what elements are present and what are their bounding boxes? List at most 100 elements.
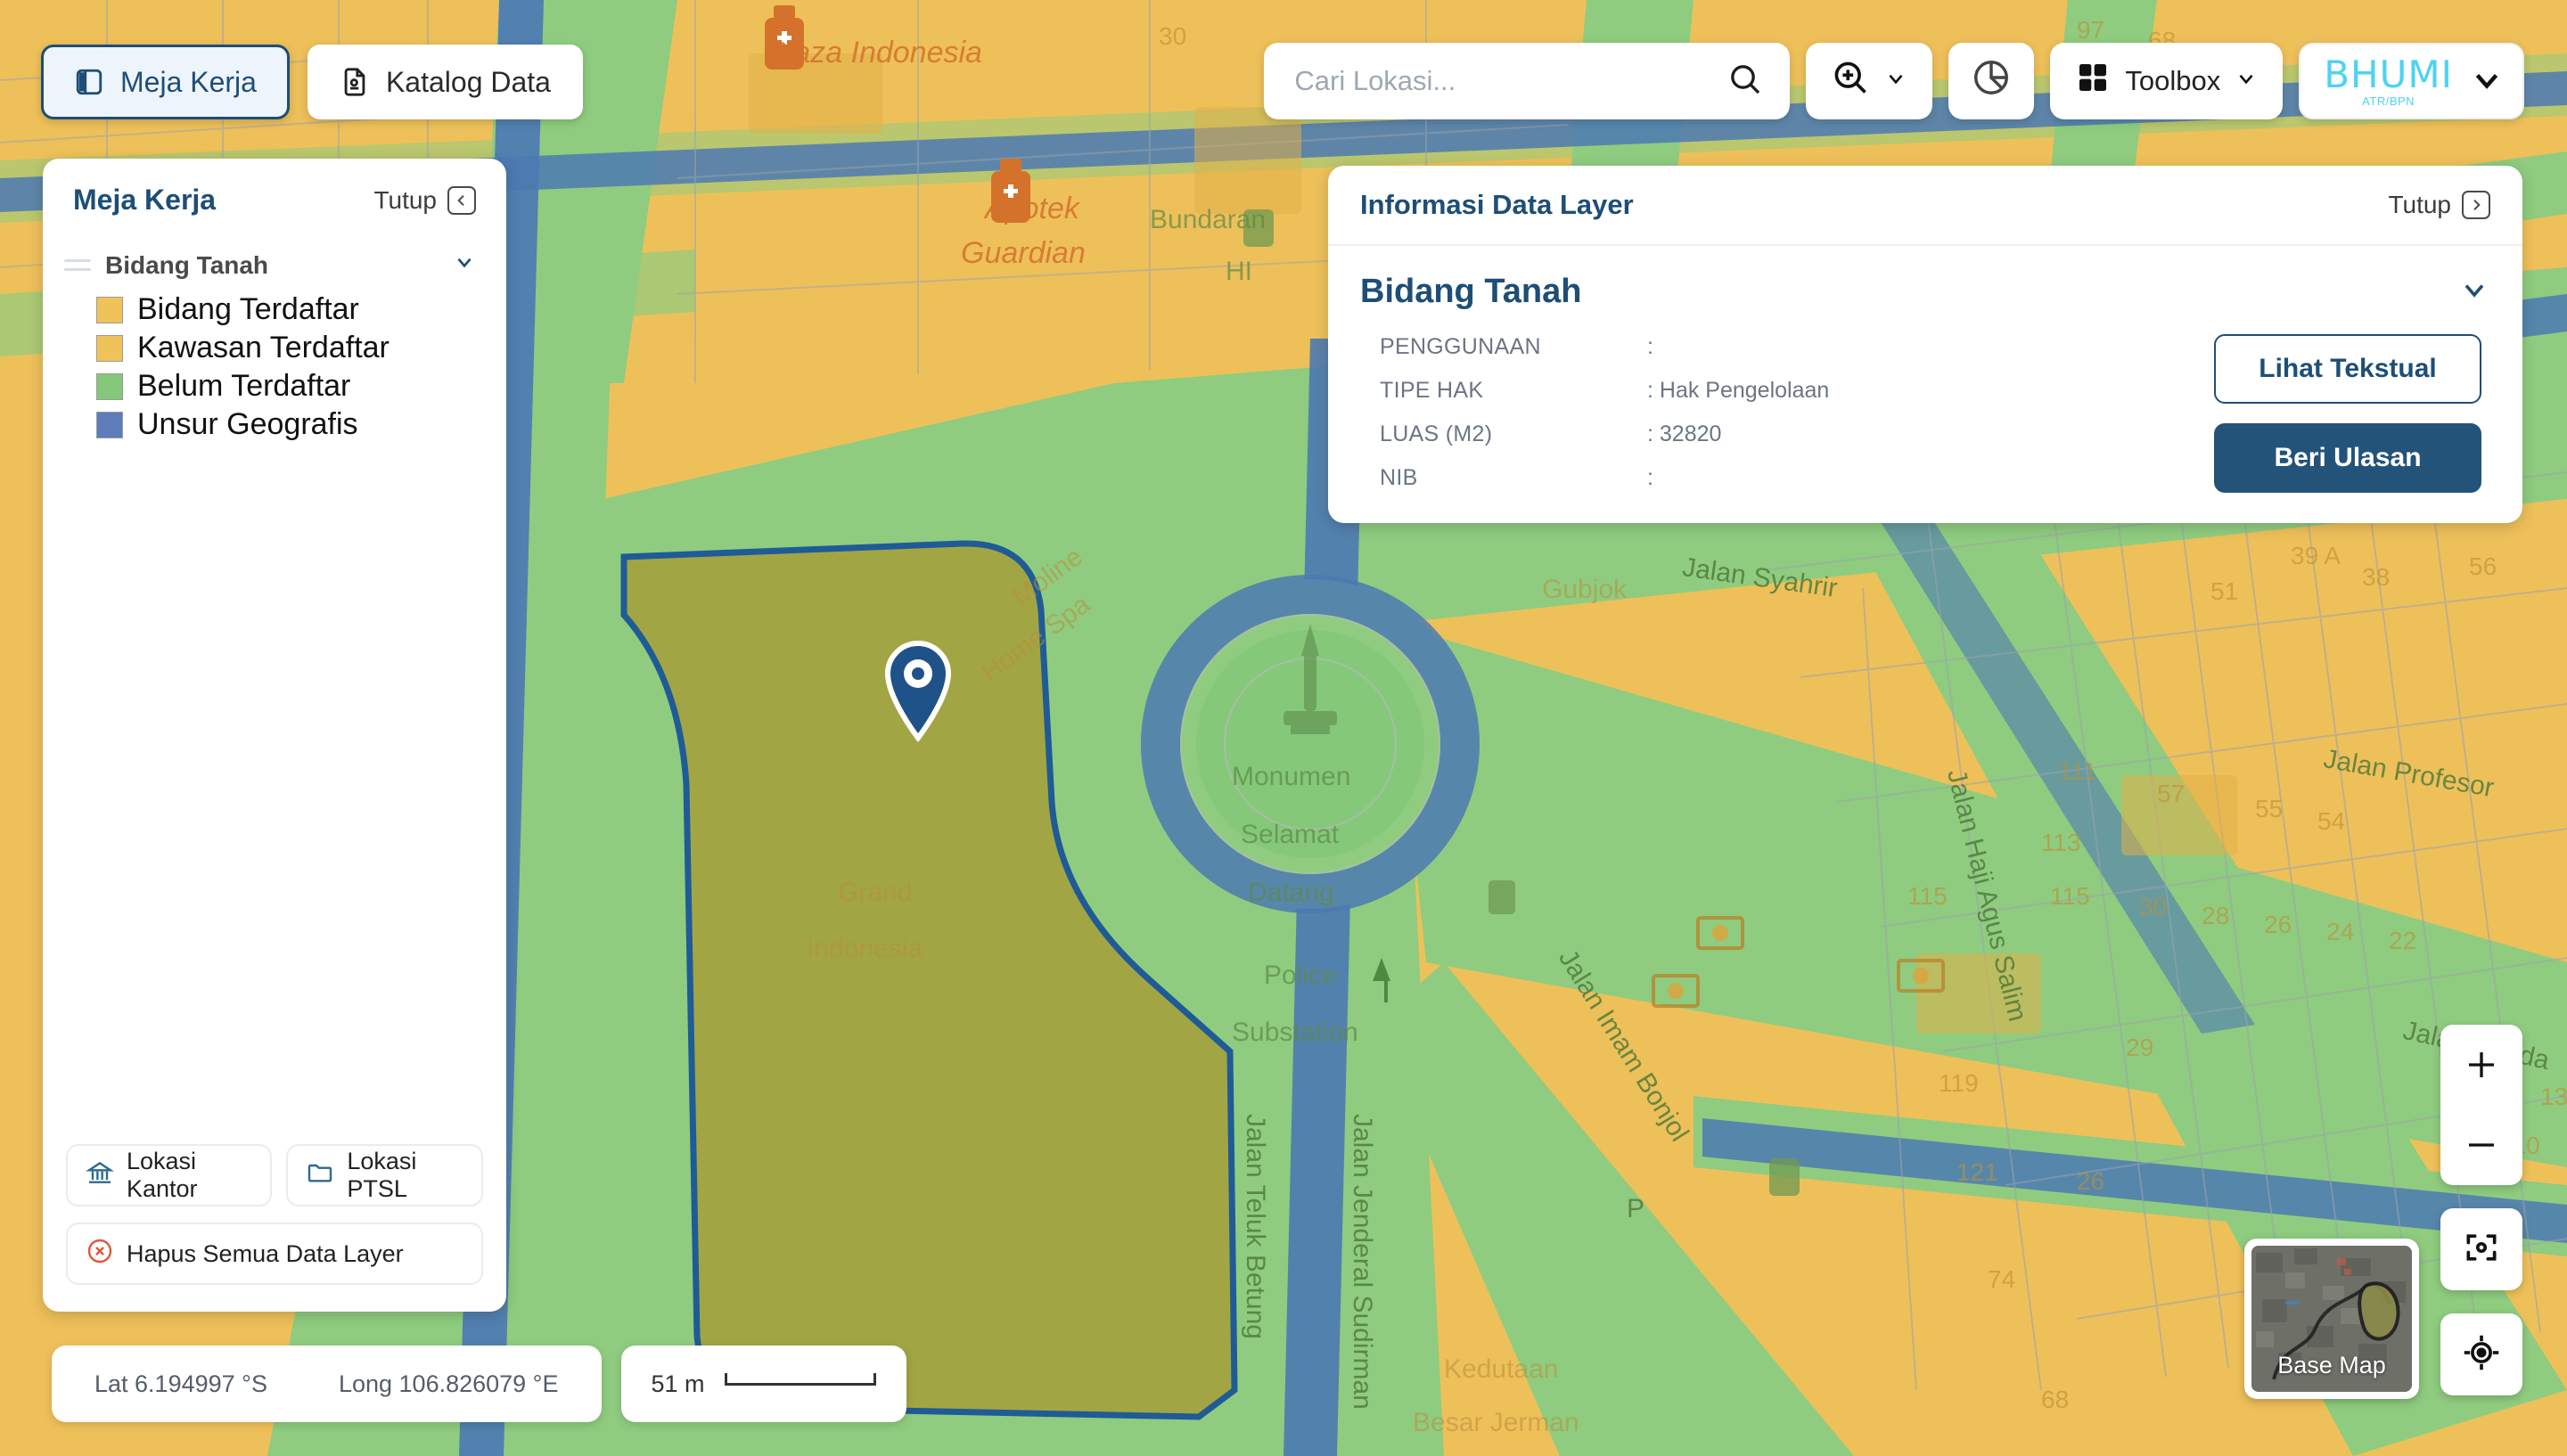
panel-title: Meja Kerja [73,184,217,216]
chevron-right-icon [2462,191,2490,219]
statistics-button[interactable] [1948,43,2035,119]
status-bar: Lat 6.194997 °S Long 106.826079 °E 51 m [52,1346,906,1422]
document-icon [340,67,370,97]
legend-swatch [96,334,123,362]
basemap-switcher[interactable]: Base Map [2244,1239,2419,1399]
scale-value: 51 m [651,1370,705,1397]
chevron-down-icon[interactable] [453,250,476,280]
legend-label: Kawasan Terdaftar [137,331,390,364]
toolbox-button[interactable]: Toolbox [2050,43,2284,119]
meja-close-button[interactable]: Tutup [373,185,476,215]
longitude-value: Long 106.826079 °E [338,1370,559,1397]
tab-meja-kerja-label: Meja Kerja [120,65,257,98]
basemap-thumbnail: Base Map [2251,1246,2412,1392]
info-panel-header: Informasi Data Layer Tutup [1328,166,2522,246]
focus-frame-icon [2462,1228,2501,1272]
search-input[interactable] [1294,65,1728,97]
tab-meja-kerja[interactable]: Meja Kerja [41,45,290,119]
my-location-button[interactable] [2440,1313,2522,1395]
zoom-control-stack [2440,1025,2522,1185]
legend-swatch [96,296,123,323]
legend-label: Bidang Terdaftar [137,292,359,326]
search-box[interactable] [1264,43,1791,119]
info-panel-title: Informasi Data Layer [1360,189,1634,220]
info-close-label: Tutup [2388,191,2451,218]
feature-title: Bidang Tanah [1360,273,1582,310]
layer-legend: Bidang Terdaftar Kawasan Terdaftar Belum T… [43,283,506,442]
latitude-value: Lat 6.194997 °S [94,1370,267,1397]
zoom-in-icon [1831,58,1870,104]
meja-action-buttons: Lokasi Kantor Lokasi PTSL Hapus Semua Da… [43,1144,506,1312]
bhumi-map-application: Plaza Indonesia Apotek Guardian Bundaran HI M… [0,0,2567,1456]
bhumi-logo-text: BHUMI [2324,52,2453,96]
layer-group-label: Bidang Tanah [105,250,269,279]
attribute-value: : [1647,465,1653,490]
attribute-row: TIPE HAK: Hak Pengelolaan [1380,378,1829,404]
attribute-row: NIB: [1380,465,1829,491]
hapus-semua-label: Hapus Semua Data Layer [127,1239,404,1267]
meja-kerja-panel: Meja Kerja Tutup Bidang Tanah Bidang Ter… [43,159,506,1312]
lihat-tekstual-button[interactable]: Lihat Tekstual [2214,334,2481,404]
info-close-button[interactable]: Tutup [2388,191,2490,219]
legend-item[interactable]: Kawasan Terdaftar [96,331,506,365]
info-action-buttons: Lihat Tekstual Beri Ulasan [2214,334,2490,493]
bhumi-logo-subtext: ATR/BPN [2362,94,2415,108]
remove-circle-icon [86,1237,114,1272]
bank-icon [86,1158,114,1193]
bhumi-account-button[interactable]: BHUMI ATR/BPN [2299,43,2524,119]
chevron-down-icon [1884,65,1907,97]
panel-left-icon [74,67,104,97]
bhumi-logo: BHUMI ATR/BPN [2324,52,2453,108]
legend-item[interactable]: Belum Terdaftar [96,369,506,404]
drag-handle-icon[interactable] [64,259,91,271]
chevron-down-icon [2235,65,2258,97]
chevron-left-icon [447,185,476,215]
attribute-key: TIPE HAK [1380,378,1484,403]
scale-bar: 51 m [620,1346,906,1422]
informasi-data-layer-panel: Informasi Data Layer Tutup Bidang Tanah … [1328,166,2522,523]
search-icon[interactable] [1727,61,1763,102]
lokasi-ptsl-button[interactable]: Lokasi PTSL [286,1144,483,1207]
tab-katalog-data-label: Katalog Data [385,65,551,98]
attribute-key: PENGGUNAAN [1380,334,1541,359]
focus-extent-button[interactable] [2440,1208,2522,1290]
chevron-down-icon[interactable] [2458,274,2490,310]
basemap-label: Base Map [2277,1352,2386,1378]
legend-swatch [96,372,123,400]
top-tab-bar: Meja Kerja Katalog Data [41,45,583,119]
top-toolbar: Toolbox BHUMI ATR/BPN [1264,43,2524,119]
zoom-tool-button[interactable] [1806,43,1933,119]
chevron-down-icon [2471,63,2503,100]
legend-label: Belum Terdaftar [137,369,351,403]
attribute-table: PENGGUNAAN: TIPE HAK: Hak Pengelolaan LUAS… [1360,334,1829,491]
info-panel-body: Bidang Tanah PENGGUNAAN: TIPE HAK: Hak Pe… [1328,246,2522,523]
toolbox-label: Toolbox [2125,65,2221,96]
zoom-out-button[interactable] [2440,1105,2522,1185]
my-location-icon [2462,1333,2501,1377]
lokasi-kantor-label: Lokasi Kantor [127,1148,198,1202]
grid-icon [2075,60,2111,102]
pie-chart-icon [1971,57,2012,105]
meja-close-label: Tutup [373,185,437,214]
attribute-key: LUAS (M2) [1380,421,1493,446]
hapus-semua-data-layer-button[interactable]: Hapus Semua Data Layer [66,1223,483,1285]
lokasi-ptsl-label: Lokasi PTSL [347,1148,417,1202]
attribute-row: PENGGUNAAN: [1380,334,1829,360]
legend-item[interactable]: Unsur Geografis [96,407,506,442]
zoom-in-button[interactable] [2440,1025,2522,1105]
map-controls [2440,1025,2522,1395]
legend-item[interactable]: Bidang Terdaftar [96,292,506,327]
attribute-value: : 32820 [1647,421,1722,446]
tab-katalog-data[interactable]: Katalog Data [307,45,583,119]
attribute-row: LUAS (M2) : 32820 [1380,421,1829,447]
folder-icon [306,1158,334,1193]
attribute-value: : [1647,334,1653,359]
lokasi-kantor-button[interactable]: Lokasi Kantor [66,1144,273,1207]
legend-swatch [96,411,123,438]
meja-kerja-header: Meja Kerja Tutup [43,159,506,231]
coordinate-readout: Lat 6.194997 °S Long 106.826079 °E [52,1346,602,1422]
beri-ulasan-button[interactable]: Beri Ulasan [2214,423,2481,493]
legend-label: Unsur Geografis [137,407,358,441]
scale-bar-line [724,1372,876,1386]
layer-group-row[interactable]: Bidang Tanah [43,231,506,283]
